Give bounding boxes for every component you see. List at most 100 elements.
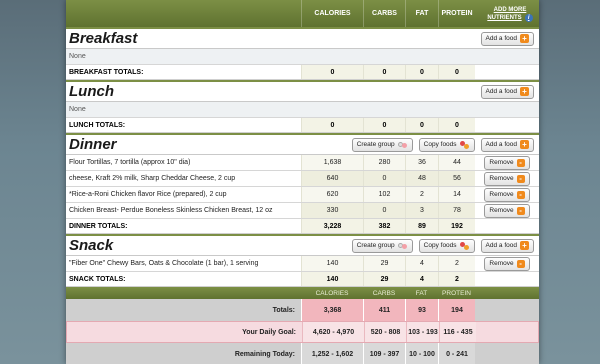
remove-label: Remove xyxy=(489,159,514,166)
remaining-protein: 0 - 241 xyxy=(438,343,475,364)
food-fat: 3 xyxy=(405,203,438,218)
food-calories: 640 xyxy=(301,171,363,186)
totals-calories: 0 xyxy=(301,65,363,79)
table-row: "Fiber One" Chewy Bars, Oats & Chocolate… xyxy=(66,256,539,272)
header-spacer xyxy=(66,0,301,27)
table-row: *Rice-a-Roni Chicken flavor Rice (prepar… xyxy=(66,187,539,203)
totals-protein: 192 xyxy=(438,219,475,233)
goal-calories: 4,620 - 4,970 xyxy=(302,322,364,342)
daily-totals-protein: 194 xyxy=(438,299,475,321)
food-name[interactable]: Chicken Breast- Perdue Boneless Skinless… xyxy=(66,203,301,218)
column-header-bar: CALORIES CARBS FAT PROTEIN ADD MORE NUTR… xyxy=(66,0,539,27)
remaining-calories: 1,252 - 1,602 xyxy=(301,343,363,364)
food-fat: 2 xyxy=(405,187,438,202)
column-header-fat: FAT xyxy=(405,0,438,27)
food-carbs: 280 xyxy=(363,155,405,170)
meal-totals-row: SNACK TOTALS: 140 29 4 2 xyxy=(66,272,539,287)
food-protein: 44 xyxy=(438,155,475,170)
empty-meal-text: None xyxy=(69,53,86,60)
add-food-button[interactable]: Add a food + xyxy=(480,137,534,152)
remove-label: Remove xyxy=(489,207,514,214)
remaining-fat: 10 - 100 xyxy=(405,343,438,364)
copy-foods-button[interactable]: Copy foods xyxy=(418,238,475,253)
goal-carbs: 520 - 808 xyxy=(364,322,406,342)
remaining-carbs: 109 - 397 xyxy=(363,343,405,364)
totals-carbs: 0 xyxy=(363,65,405,79)
add-food-label: Add a food xyxy=(485,88,517,95)
food-name[interactable]: *Rice-a-Roni Chicken flavor Rice (prepar… xyxy=(66,187,301,202)
copy-icon xyxy=(459,140,470,149)
empty-meal-text: None xyxy=(69,106,86,113)
plus-icon: + xyxy=(520,241,529,250)
table-row: Chicken Breast- Perdue Boneless Skinless… xyxy=(66,203,539,219)
summary-header-protein: PROTEIN xyxy=(442,289,471,297)
meal-header-breakfast: Breakfast Add a food + xyxy=(66,27,539,49)
goal-protein: 116 - 435 xyxy=(439,322,476,342)
totals-carbs: 29 xyxy=(363,272,405,286)
list-item: None xyxy=(66,102,539,118)
meal-title: Breakfast xyxy=(69,30,138,47)
copy-foods-label: Copy foods xyxy=(423,141,457,148)
add-more-label: ADD MORE xyxy=(493,6,527,13)
food-name[interactable]: cheese, Kraft 2% milk, Sharp Cheddar Che… xyxy=(66,171,301,186)
column-header-protein: PROTEIN xyxy=(438,0,475,27)
food-calories: 620 xyxy=(301,187,363,202)
daily-goal-row: Your Daily Goal: 4,620 - 4,970 520 - 808… xyxy=(66,321,539,343)
remove-button[interactable]: Remove - xyxy=(484,203,530,218)
food-name[interactable]: "Fiber One" Chewy Bars, Oats & Chocolate… xyxy=(66,256,301,271)
create-group-button[interactable]: Create group xyxy=(351,238,413,253)
summary-header-fat: FAT xyxy=(415,289,428,297)
totals-protein: 0 xyxy=(438,65,475,79)
add-more-nutrients-link[interactable]: ADD MORE NUTRIENTS i xyxy=(475,0,539,27)
food-name[interactable]: Flour Tortillas, 7 tortilla (approx 10" … xyxy=(66,155,301,170)
meal-header-snack: Snack Create group Copy foods Add a food… xyxy=(66,234,539,256)
totals-protein: 2 xyxy=(438,272,475,286)
remove-button[interactable]: Remove - xyxy=(484,155,530,170)
totals-label: BREAKFAST TOTALS: xyxy=(69,68,144,76)
food-protein: 56 xyxy=(438,171,475,186)
remaining-today-row: Remaining Today: 1,252 - 1,602 109 - 397… xyxy=(66,343,539,364)
table-row: Flour Tortillas, 7 tortilla (approx 10" … xyxy=(66,155,539,171)
food-carbs: 0 xyxy=(363,171,405,186)
totals-label: SNACK TOTALS: xyxy=(69,275,126,283)
food-carbs: 29 xyxy=(363,256,405,271)
info-icon[interactable]: i xyxy=(524,13,533,22)
column-header-calories: CALORIES xyxy=(301,0,363,27)
copy-foods-button[interactable]: Copy foods xyxy=(418,137,475,152)
copy-icon xyxy=(459,241,470,250)
remaining-label: Remaining Today: xyxy=(66,343,301,364)
meal-totals-row: DINNER TOTALS: 3,228 382 89 192 xyxy=(66,219,539,234)
add-food-label: Add a food xyxy=(485,141,517,148)
meal-title: Lunch xyxy=(69,83,114,100)
remove-button[interactable]: Remove - xyxy=(484,171,530,186)
create-group-label: Create group xyxy=(356,242,395,249)
totals-calories: 140 xyxy=(301,272,363,286)
meal-totals-row: BREAKFAST TOTALS: 0 0 0 0 xyxy=(66,65,539,80)
minus-icon: - xyxy=(516,206,525,215)
plus-icon: + xyxy=(520,87,529,96)
meal-title: Dinner xyxy=(69,136,117,153)
remove-button[interactable]: Remove - xyxy=(484,187,530,202)
daily-totals-label: Totals: xyxy=(66,299,301,321)
column-header-carbs: CARBS xyxy=(363,0,405,27)
remove-button[interactable]: Remove - xyxy=(484,256,530,271)
minus-icon: - xyxy=(516,174,525,183)
food-protein: 2 xyxy=(438,256,475,271)
copy-foods-label: Copy foods xyxy=(423,242,457,249)
group-icon xyxy=(397,141,408,149)
summary-header-calories: CALORIES xyxy=(315,289,349,297)
group-icon xyxy=(397,242,408,250)
remove-label: Remove xyxy=(489,175,514,182)
totals-fat: 89 xyxy=(405,219,438,233)
totals-carbs: 0 xyxy=(363,118,405,132)
daily-totals-calories: 3,368 xyxy=(301,299,363,321)
totals-label: DINNER TOTALS: xyxy=(69,222,128,230)
meal-header-dinner: Dinner Create group Copy foods Add a foo… xyxy=(66,133,539,155)
meal-totals-row: LUNCH TOTALS: 0 0 0 0 xyxy=(66,118,539,133)
totals-carbs: 382 xyxy=(363,219,405,233)
create-group-button[interactable]: Create group xyxy=(351,137,413,152)
add-food-button[interactable]: Add a food + xyxy=(480,238,534,253)
food-protein: 14 xyxy=(438,187,475,202)
add-food-button[interactable]: Add a food + xyxy=(480,31,534,46)
add-food-button[interactable]: Add a food + xyxy=(480,84,534,99)
